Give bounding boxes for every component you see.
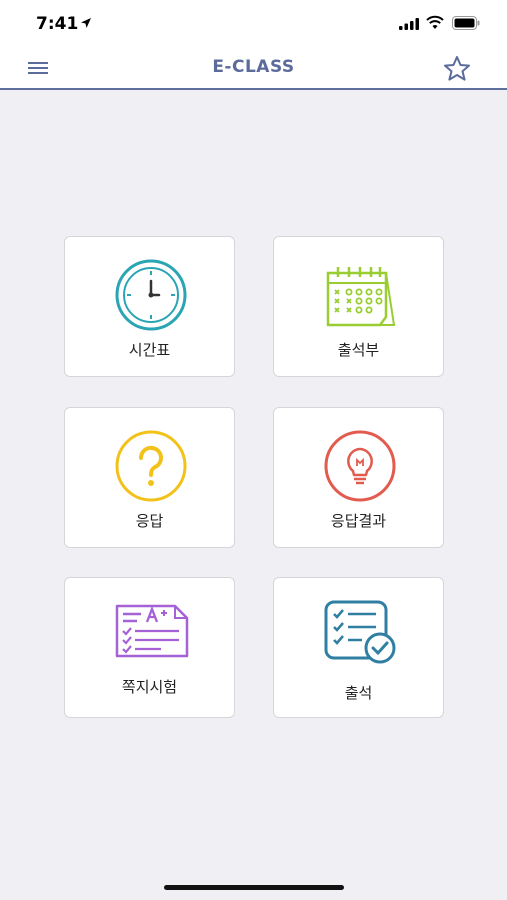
star-outline-icon[interactable] <box>443 55 471 82</box>
attendance-button[interactable]: 출석 <box>273 577 444 718</box>
checklist-icon <box>324 600 396 664</box>
response-label: 응답 <box>135 512 164 530</box>
attendance-book-label: 출석부 <box>337 341 380 359</box>
question-mark-icon <box>115 430 187 502</box>
timetable-button[interactable]: 시간표 <box>64 236 235 377</box>
response-button[interactable]: 응답 <box>64 407 235 548</box>
battery-icon <box>452 16 480 30</box>
quiz-button[interactable]: 쪽지시험 <box>64 577 235 718</box>
page-title: E-CLASS <box>212 57 295 77</box>
quiz-sheet-icon <box>115 604 189 658</box>
attendance-label: 출석 <box>344 684 373 702</box>
wifi-icon <box>426 15 444 29</box>
status-bar: 7:41 <box>0 0 507 46</box>
home-indicator <box>164 885 344 890</box>
timetable-label: 시간표 <box>128 341 171 359</box>
location-arrow-icon <box>81 18 91 28</box>
lightbulb-icon <box>324 430 396 502</box>
response-result-button[interactable]: 응답결과 <box>273 407 444 548</box>
quiz-label: 쪽지시험 <box>121 678 178 696</box>
clock-icon <box>115 259 187 331</box>
attendance-book-button[interactable]: 출석부 <box>273 236 444 377</box>
cellular-signal-icon <box>399 18 419 30</box>
status-time: 7:41 <box>36 14 79 34</box>
nav-bar: E-CLASS <box>0 46 507 90</box>
response-result-label: 응답결과 <box>330 512 387 530</box>
calendar-icon <box>326 267 396 327</box>
